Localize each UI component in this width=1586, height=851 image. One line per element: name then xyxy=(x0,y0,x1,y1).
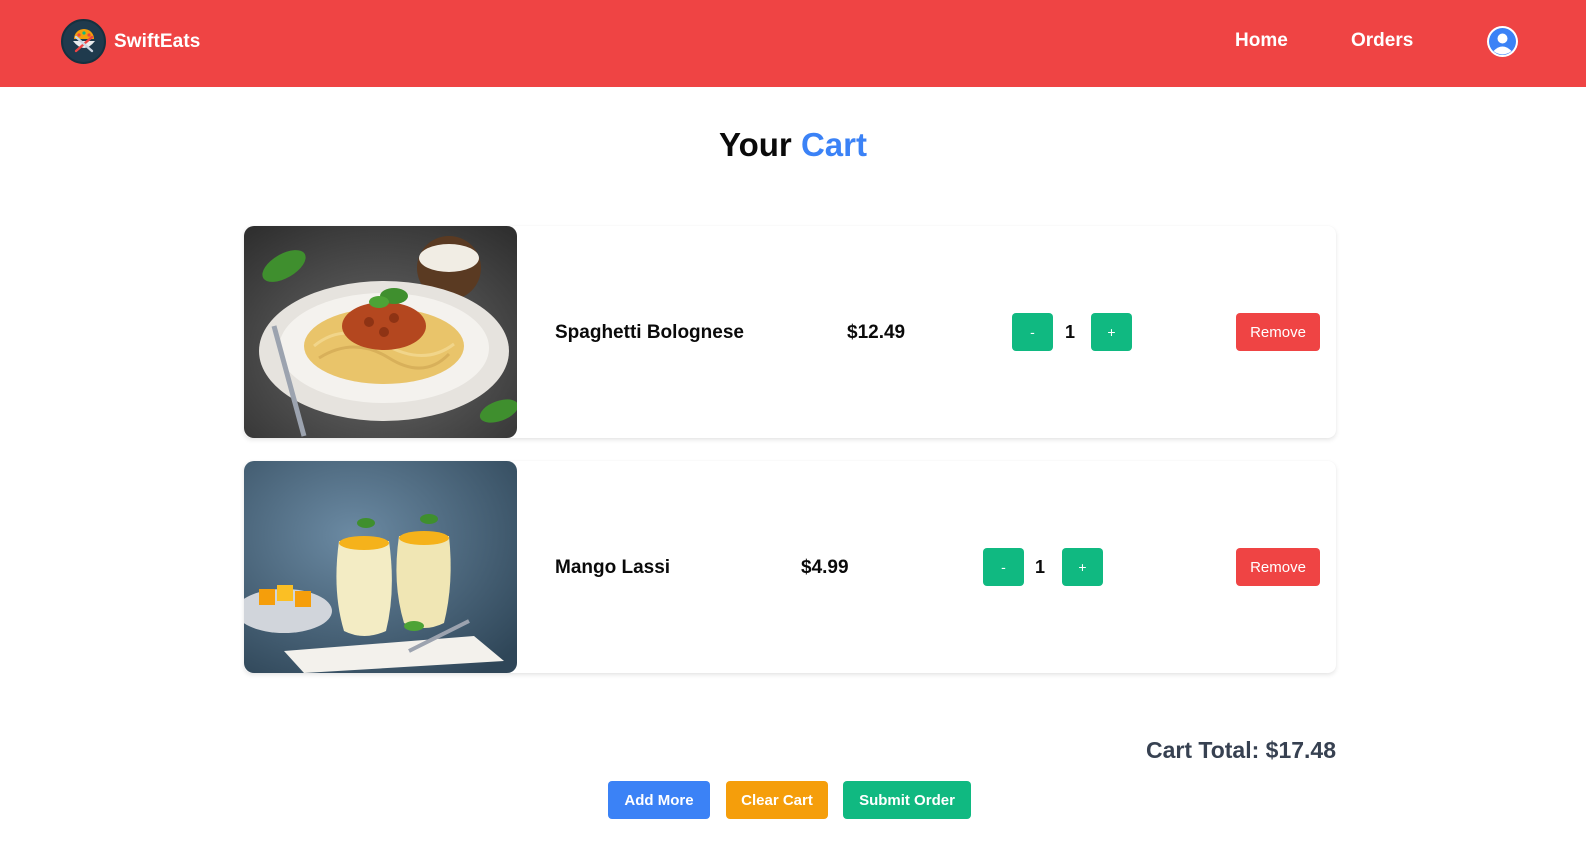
decrement-quantity-button[interactable]: - xyxy=(1012,313,1053,351)
remove-item-button[interactable]: Remove xyxy=(1236,313,1320,351)
brand-name: SwiftEats xyxy=(114,30,201,52)
brand-link[interactable]: SwiftEats xyxy=(61,19,200,64)
submit-order-button[interactable]: Submit Order xyxy=(843,781,971,819)
page-title-prefix: Your xyxy=(719,126,792,163)
spaghetti-bolognese-photo xyxy=(244,226,517,438)
clear-cart-button[interactable]: Clear Cart xyxy=(726,781,828,819)
user-avatar-icon[interactable] xyxy=(1487,26,1518,57)
nav-orders-link[interactable]: Orders xyxy=(1351,30,1413,52)
cart-item: Mango Lassi $4.99 - 1 + Remove xyxy=(244,461,1336,673)
page-title: Your Cart xyxy=(0,126,1586,164)
cart-item-price: $12.49 xyxy=(847,322,906,343)
remove-item-button[interactable]: Remove xyxy=(1236,548,1320,586)
cart-total: Cart Total: $17.48 xyxy=(1145,737,1336,763)
nav-home-link[interactable]: Home xyxy=(1235,30,1288,52)
increment-quantity-button[interactable]: + xyxy=(1062,548,1103,586)
cart-item-name: Spaghetti Bolognese xyxy=(555,322,744,343)
cart-item-name: Mango Lassi xyxy=(555,557,671,578)
navbar: SwiftEats Home Orders xyxy=(0,0,1586,87)
page-title-accent: Cart xyxy=(800,126,867,163)
increment-quantity-button[interactable]: + xyxy=(1091,313,1132,351)
cart-item-price: $4.99 xyxy=(801,557,849,578)
mango-lassi-photo xyxy=(244,461,517,673)
cart-item: Spaghetti Bolognese $12.49 - 1 + Remove xyxy=(244,226,1336,438)
quantity-value: 1 xyxy=(1064,322,1075,342)
quantity-value: 1 xyxy=(1034,557,1045,577)
add-more-button[interactable]: Add More xyxy=(608,781,710,819)
decrement-quantity-button[interactable]: - xyxy=(983,548,1024,586)
fork-knife-logo-icon xyxy=(61,19,106,64)
